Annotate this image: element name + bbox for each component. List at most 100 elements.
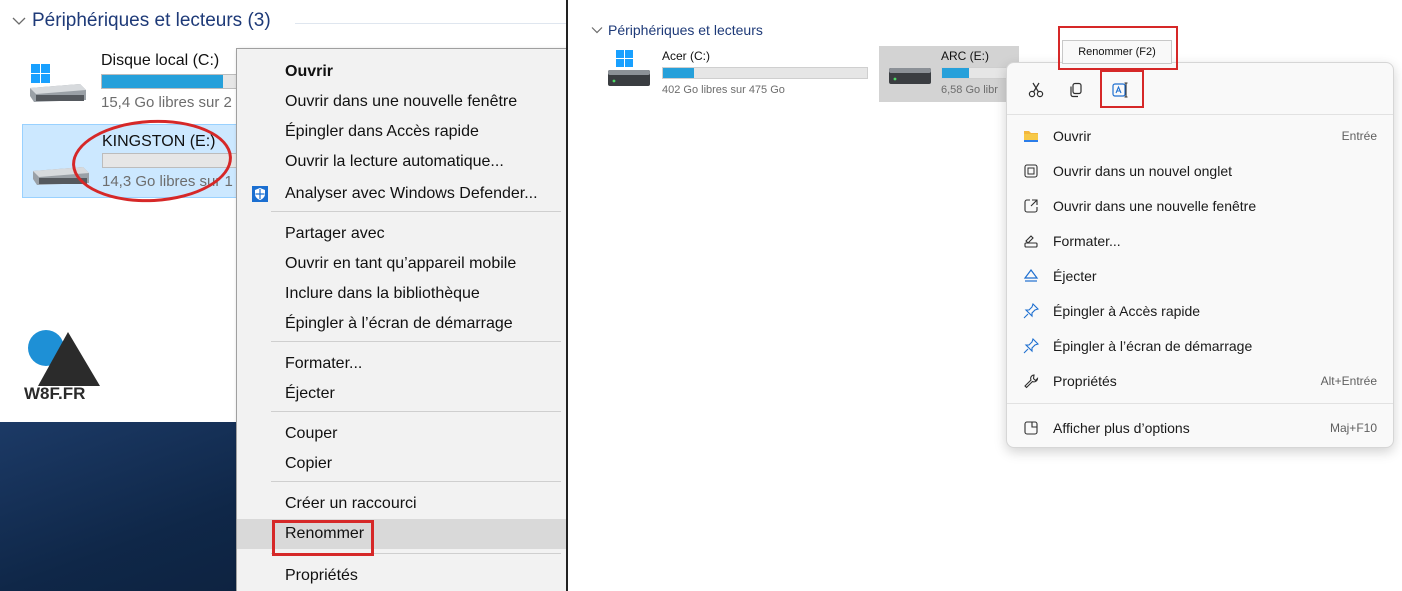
menu-item-label: Épingler à l’écran de démarrage [1053, 338, 1253, 354]
menu-item-label: Ouvrir la lecture automatique... [285, 153, 504, 170]
menu-item-formater[interactable]: Formater... [237, 349, 566, 379]
drive-free-space: 402 Go libres sur 475 Go [662, 84, 785, 96]
pin-icon [1023, 303, 1039, 319]
menu-item-proprietes[interactable]: Propriétés [237, 561, 566, 591]
menu-item-analyser-avec-windows-defender[interactable]: Analyser avec Windows Defender... [237, 179, 566, 209]
menu-item-ouvrir-dans-un-nouvel-onglet[interactable]: Ouvrir dans un nouvel onglet [1007, 154, 1393, 188]
menu-item-label: Afficher plus d’options [1053, 420, 1190, 436]
menu-item-ejecter[interactable]: Éjecter [1007, 259, 1393, 293]
menu-item-label: Ouvrir [1053, 128, 1092, 144]
new-tab-icon [1024, 164, 1038, 178]
menu-item-afficher-plus-d-options[interactable]: Afficher plus d’options Maj+F10 [1007, 411, 1393, 445]
new-window-icon [1024, 199, 1038, 213]
menu-item-inclure-dans-la-bibliotheque[interactable]: Inclure dans la bibliothèque [237, 279, 566, 309]
menu-item-label: Propriétés [1053, 373, 1117, 389]
menu-item-epingler-a-l-ecran-de-demarrage[interactable]: Épingler à l’écran de démarrage [237, 309, 566, 339]
drive-tile-c[interactable]: Disque local (C:) 15,4 Go libres sur 2 [26, 44, 311, 114]
menu-item-label: Formater... [1053, 233, 1121, 249]
menu-item-partager-avec[interactable]: Partager avec [237, 219, 566, 249]
more-options-icon [1024, 421, 1038, 435]
section-title: Périphériques et lecteurs [608, 22, 763, 38]
menu-item-copier[interactable]: Copier [237, 449, 566, 479]
context-menu-win11: Ouvrir Entrée Ouvrir dans un nouvel onglet… [1006, 62, 1394, 448]
drive-usage-fill [942, 68, 969, 78]
copy-icon [1070, 82, 1082, 98]
wrench-icon [1024, 374, 1039, 389]
menu-item-label: Ouvrir dans un nouvel onglet [1053, 163, 1232, 179]
menu-separator [271, 211, 561, 212]
menu-item-label: Créer un raccourci [285, 495, 417, 512]
menu-item-label: Ouvrir dans une nouvelle fenêtre [285, 93, 518, 110]
drive-free-space: 15,4 Go libres sur 2 [101, 94, 232, 111]
drive-free-space: 6,58 Go libr [941, 84, 998, 96]
menu-item-ouvrir-la-lecture-automatique[interactable]: Ouvrir la lecture automatique... [237, 147, 566, 177]
chevron-down-icon [12, 17, 26, 25]
menu-item-label: Ouvrir [285, 63, 334, 80]
pin-start-icon [1023, 338, 1039, 354]
section-header-devices-win11[interactable]: Périphériques et lecteurs [591, 22, 763, 38]
menu-item-label: Éjecter [285, 385, 335, 402]
w8f-logo-text: W8F.FR [24, 384, 86, 403]
red-highlight-tooltip [1058, 26, 1178, 70]
red-highlight-rename-icon [1100, 70, 1144, 108]
menu-item-label: Éjecter [1053, 268, 1097, 284]
cut-button[interactable] [1021, 75, 1051, 105]
drive-tile-arc-e-selected[interactable]: ARC (E:) 6,58 Go libr [879, 46, 1019, 102]
menu-item-ouvrir-dans-une-nouvelle-fenetre[interactable]: Ouvrir dans une nouvelle fenêtre [1007, 189, 1393, 223]
format-icon [1024, 235, 1038, 248]
menu-item-ouvrir[interactable]: Ouvrir [237, 57, 566, 87]
copy-button[interactable] [1061, 75, 1091, 105]
menu-item-formater[interactable]: Formater... [1007, 224, 1393, 258]
menu-separator [1007, 403, 1393, 404]
menu-item-epingler-a-acces-rapide[interactable]: Épingler à Accès rapide [1007, 294, 1393, 328]
menu-separator [1007, 114, 1393, 115]
menu-separator [271, 341, 561, 342]
menu-item-label: Partager avec [285, 225, 385, 242]
menu-item-shortcut: Entrée [1341, 129, 1377, 143]
drive-name: Disque local (C:) [101, 52, 220, 69]
menu-item-ejecter[interactable]: Éjecter [237, 379, 566, 409]
menu-item-proprietes[interactable]: Propriétés Alt+Entrée [1007, 364, 1393, 398]
menu-item-label: Couper [285, 425, 338, 442]
menu-item-label: Copier [285, 455, 333, 472]
menu-item-label: Épingler à Accès rapide [1053, 303, 1201, 319]
drive-usage-bar [662, 67, 868, 79]
menu-item-epingler-dans-acces-rapide[interactable]: Épingler dans Accès rapide [237, 117, 566, 147]
folder-icon [1024, 131, 1038, 142]
menu-item-label: Ouvrir en tant qu’appareil mobile [285, 255, 517, 272]
windows-drive-icon [30, 64, 86, 102]
menu-item-shortcut: Maj+F10 [1329, 421, 1377, 435]
menu-item-label: Épingler dans Accès rapide [285, 123, 479, 140]
context-menu-win10: Ouvrir Ouvrir dans une nouvelle fenêtre Ép… [236, 48, 566, 591]
drive-usage-fill [102, 75, 223, 88]
menu-item-ouvrir[interactable]: Ouvrir Entrée [1007, 119, 1393, 153]
menu-item-epingler-a-l-ecran-de-demarrage[interactable]: Épingler à l’écran de démarrage [1007, 329, 1393, 363]
menu-item-shortcut: Alt+Entrée [1320, 374, 1377, 388]
cut-icon [1028, 82, 1044, 98]
menu-separator [271, 411, 561, 412]
menu-item-ouvrir-en-tant-qu-appareil-mobile[interactable]: Ouvrir en tant qu’appareil mobile [237, 249, 566, 279]
usb-drive-icon [889, 68, 931, 84]
drive-name: Acer (C:) [662, 49, 710, 63]
windows-defender-icon [252, 186, 268, 202]
drive-tile-acer-c[interactable]: Acer (C:) 402 Go libres sur 475 Go [600, 46, 872, 102]
menu-item-label: Épingler à l’écran de démarrage [285, 315, 513, 332]
menu-item-creer-un-raccourci[interactable]: Créer un raccourci [237, 489, 566, 519]
w8f-logo [28, 330, 100, 386]
chevron-down-icon [591, 27, 603, 34]
menu-item-label: Ouvrir dans une nouvelle fenêtre [1053, 198, 1257, 214]
windows10-explorer-panel: Périphériques et lecteurs (3) Disque loc… [0, 0, 568, 591]
menu-item-label: Inclure dans la bibliothèque [285, 285, 480, 302]
section-header-devices[interactable]: Périphériques et lecteurs (3) [12, 10, 271, 32]
menu-item-label: Propriétés [285, 567, 358, 584]
section-title: Périphériques et lecteurs (3) [32, 10, 271, 31]
menu-item-label: Analyser avec Windows Defender... [285, 185, 538, 202]
drive-name: ARC (E:) [941, 49, 989, 63]
drive-usage-fill [663, 68, 694, 78]
menu-item-ouvrir-dans-une-nouvelle-fenetre[interactable]: Ouvrir dans une nouvelle fenêtre [237, 87, 566, 117]
menu-item-couper[interactable]: Couper [237, 419, 566, 449]
menu-separator [271, 481, 561, 482]
section-divider [295, 23, 566, 24]
windows-drive-icon [608, 50, 650, 86]
eject-icon [1023, 269, 1039, 282]
